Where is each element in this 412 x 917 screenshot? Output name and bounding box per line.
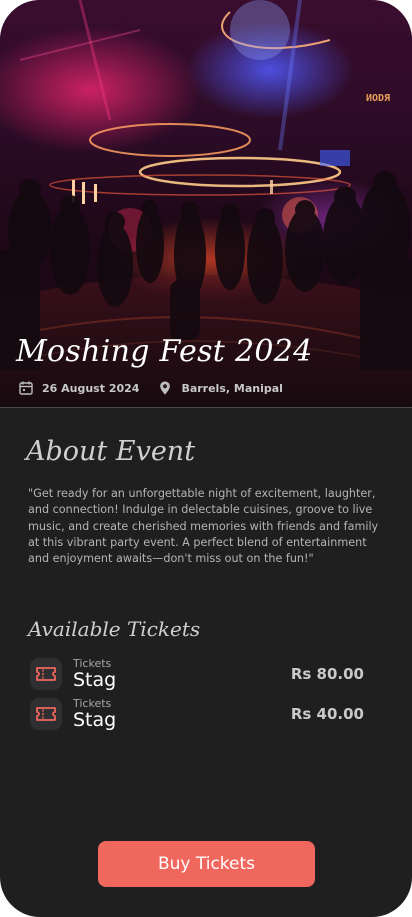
hero-divider	[0, 407, 412, 408]
ticket-option[interactable]: Tickets Stag Rs 80.00	[30, 657, 364, 691]
svg-text:ИОDЯ: ИОDЯ	[366, 93, 390, 104]
about-description: "Get ready for an unforgettable night of…	[28, 487, 379, 566]
calendar-icon	[18, 380, 34, 396]
about-heading: About Event	[26, 436, 196, 467]
ticket-kind: Tickets	[73, 656, 112, 670]
buy-tickets-button[interactable]: Buy Tickets	[98, 841, 315, 887]
ticket-price: Rs 40.00	[290, 705, 364, 723]
ticket-price: Rs 80.00	[290, 665, 364, 683]
ticket-kind: Tickets	[73, 696, 112, 710]
ticket-icon	[30, 698, 62, 730]
map-pin-icon	[157, 380, 173, 396]
ticket-option[interactable]: Tickets Stag Rs 40.00	[30, 697, 364, 731]
event-date: 26 August 2024	[42, 381, 140, 395]
ticket-icon	[30, 658, 62, 690]
event-detail-screen: ИОDЯ Moshing Fest 2024 26 August 2024 Ba…	[0, 0, 412, 917]
ticket-name: Stag	[73, 708, 117, 731]
event-hero-image: ИОDЯ Moshing Fest 2024 26 August 2024 Ba…	[0, 0, 412, 408]
ticket-name: Stag	[73, 668, 117, 691]
event-location: Barrels, Manipal	[181, 381, 283, 395]
event-meta: 26 August 2024 Barrels, Manipal	[18, 378, 283, 398]
event-title: Moshing Fest 2024	[16, 334, 313, 369]
tickets-heading: Available Tickets	[28, 617, 201, 641]
